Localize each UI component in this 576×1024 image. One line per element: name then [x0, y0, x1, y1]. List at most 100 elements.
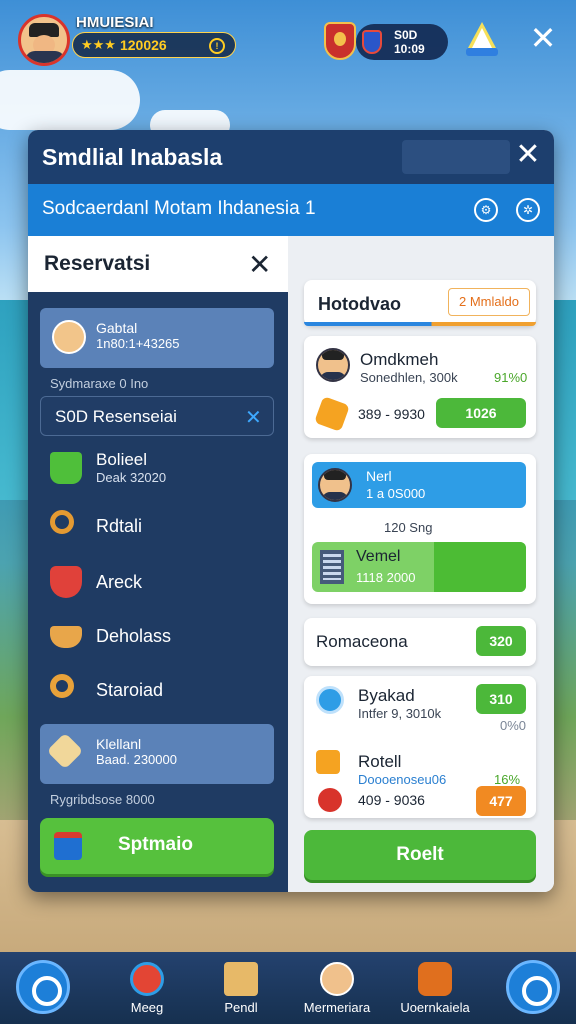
book-button[interactable]: Roelt: [304, 830, 536, 880]
featured-detail: 1 a 0S000: [366, 486, 426, 501]
panel-title: Smdlial Inabasla: [42, 144, 223, 170]
hotel-detail: Sonedhlen, 300k: [360, 370, 458, 385]
header-search-field[interactable]: [402, 140, 510, 174]
avatar: [320, 962, 354, 996]
bucket-icon: [50, 452, 82, 484]
timer-icon: [130, 962, 164, 996]
close-icon[interactable]: ✕: [248, 248, 271, 281]
search-input[interactable]: S0D Resenseiai ✕: [40, 396, 274, 436]
profile-name: Gabtal: [96, 320, 138, 336]
nav-item-pendl[interactable]: Pendl: [196, 958, 286, 1020]
hotel-header-badge[interactable]: 2 Mmlaldo: [448, 288, 530, 316]
shield-icon: [362, 30, 382, 54]
price-button[interactable]: 1026: [436, 398, 526, 428]
progress-bar: [304, 322, 536, 326]
close-icon[interactable]: ✕: [512, 140, 544, 172]
nav-label: Uoernkaiela: [400, 1000, 470, 1015]
panel-header: Smdlial Inabasla ✕: [28, 130, 554, 184]
menu-label: Areck: [96, 572, 143, 592]
menu-item-bolieel[interactable]: Bolieel Deak 32020: [40, 444, 274, 492]
item-button[interactable]: 477: [476, 786, 526, 816]
nav-item-meeg[interactable]: Meeg: [102, 958, 192, 1020]
section-button[interactable]: 320: [476, 626, 526, 656]
avatar: [316, 348, 350, 382]
bag-icon: [418, 962, 452, 996]
featured-card[interactable]: Klellanl Baad. 230000: [40, 724, 274, 784]
featured-detail: Baad. 230000: [96, 752, 177, 767]
menu-item-deholass[interactable]: Deholass: [40, 612, 274, 660]
hotel-name: Omdkmeh: [360, 350, 439, 369]
hotel-range: 389 - 9930: [358, 406, 425, 422]
menu-label: Staroiad: [96, 680, 164, 700]
section-header-card: Romaceona 320: [304, 618, 536, 666]
calendar-icon: [54, 832, 82, 860]
featured-banner[interactable]: Nerl 1 a 0S000: [312, 462, 526, 508]
compass-icon[interactable]: ✲: [516, 198, 540, 222]
hotel-list: Hotodvao 2 Mmlaldo Omdkmeh Sonedhlen, 30…: [288, 236, 554, 892]
search-value: S0D Resenseiai: [55, 407, 177, 426]
avatar: [52, 320, 86, 354]
currency-timer: 10:09: [394, 42, 425, 56]
gear-icon[interactable]: ⚙: [474, 198, 498, 222]
hotel-header-card: Hotodvao 2 Mmlaldo: [304, 280, 536, 326]
nav-item-mermeriara[interactable]: Mermeriara: [292, 958, 382, 1020]
magnifier-icon: [50, 510, 74, 534]
sub-banner-detail: 1118 2000: [356, 570, 416, 585]
item-name: Rotell: [358, 752, 402, 771]
hotel-card[interactable]: Omdkmeh Sonedhlen, 300k 91%0 389 - 9930 …: [304, 336, 536, 438]
recommendation-card: Byakad Intfer 9, 3010k 310 0%0 Rotell Do…: [304, 676, 536, 818]
main-panel: Smdlial Inabasla ✕ Sodcaerdanl Motam Ihd…: [28, 130, 554, 892]
edit-nav-button[interactable]: [506, 960, 560, 1014]
item-button[interactable]: 310: [476, 684, 526, 714]
close-icon[interactable]: ✕: [526, 22, 560, 56]
sub-banner-name: Vemel: [356, 548, 401, 565]
item-name: Byakad: [358, 686, 415, 705]
reservation-title: Reservatsi: [44, 252, 151, 275]
top-hud: HMUIESIAI ★★★ 120026 ! S0D 10:09 ✕: [0, 0, 576, 80]
player-name: HMUIESIAI: [76, 14, 154, 31]
section-title: Romaceona: [316, 632, 408, 651]
item-percent: 16%: [494, 772, 521, 787]
nav-label: Meeg: [130, 1000, 164, 1015]
item-detail: Doooenoseu06: [358, 772, 447, 787]
menu-label: Bolieel: [96, 450, 148, 469]
sub-banner-accent: [434, 542, 526, 592]
hotel-card-featured[interactable]: Nerl 1 a 0S000 120 Sng Vemel 1118 2000: [304, 454, 536, 604]
home-nav-button[interactable]: [16, 960, 70, 1014]
menu-sub: Deak 32020: [96, 470, 167, 485]
key-icon: [50, 674, 74, 698]
currency-pill[interactable]: S0D 10:09: [356, 24, 448, 60]
featured-note: 120 Sng: [384, 520, 433, 535]
profile-detail: 1n80:1+43265: [96, 336, 180, 351]
subheader-title: Sodcaerdanl Motam Ihdanesia 1: [42, 198, 316, 219]
menu-item-areck[interactable]: Areck: [40, 558, 274, 606]
menu-label: Rdtali: [96, 516, 143, 536]
profile-card[interactable]: Gabtal 1n80:1+43265: [40, 308, 274, 368]
ticket-icon: [46, 732, 84, 770]
info-icon[interactable]: !: [209, 38, 225, 54]
hotel-header-title: Hotodvao: [318, 294, 401, 314]
player-avatar[interactable]: [18, 14, 70, 66]
clear-icon[interactable]: ✕: [245, 405, 262, 430]
confirm-button[interactable]: Sptmaio: [40, 818, 274, 874]
star-icon: ★★★: [81, 37, 116, 52]
nav-item-uoernkaiela[interactable]: Uoernkaiela: [390, 958, 480, 1020]
location-icon: [318, 788, 342, 812]
bottom-nav: Meeg Pendl Mermeriara Uoernkaiela: [0, 952, 576, 1024]
item-detail: Intfer 9, 3010k: [358, 706, 442, 721]
sailboat-icon[interactable]: [462, 20, 502, 60]
hint-text: Sydmaraxe 0 Ino: [50, 376, 149, 391]
featured-name: Nerl: [366, 468, 392, 484]
compass-icon: [316, 686, 344, 714]
rating-value: 120026: [119, 37, 167, 53]
featured-sub-banner[interactable]: Vemel 1118 2000: [312, 542, 526, 592]
item-range: 409 - 9036: [358, 792, 425, 808]
hotel-percent: 91%0: [494, 370, 528, 385]
heart-shield-icon: [50, 566, 82, 598]
bag-icon: [316, 750, 340, 774]
menu-item-rdtali[interactable]: Rdtali: [40, 502, 274, 550]
menu-item-staroiad[interactable]: Staroiad: [40, 666, 274, 714]
emblem-icon[interactable]: [324, 22, 356, 60]
rating-pill[interactable]: ★★★ 120026 !: [72, 32, 236, 58]
footer-note: Rygribdsose 8000: [50, 792, 155, 807]
